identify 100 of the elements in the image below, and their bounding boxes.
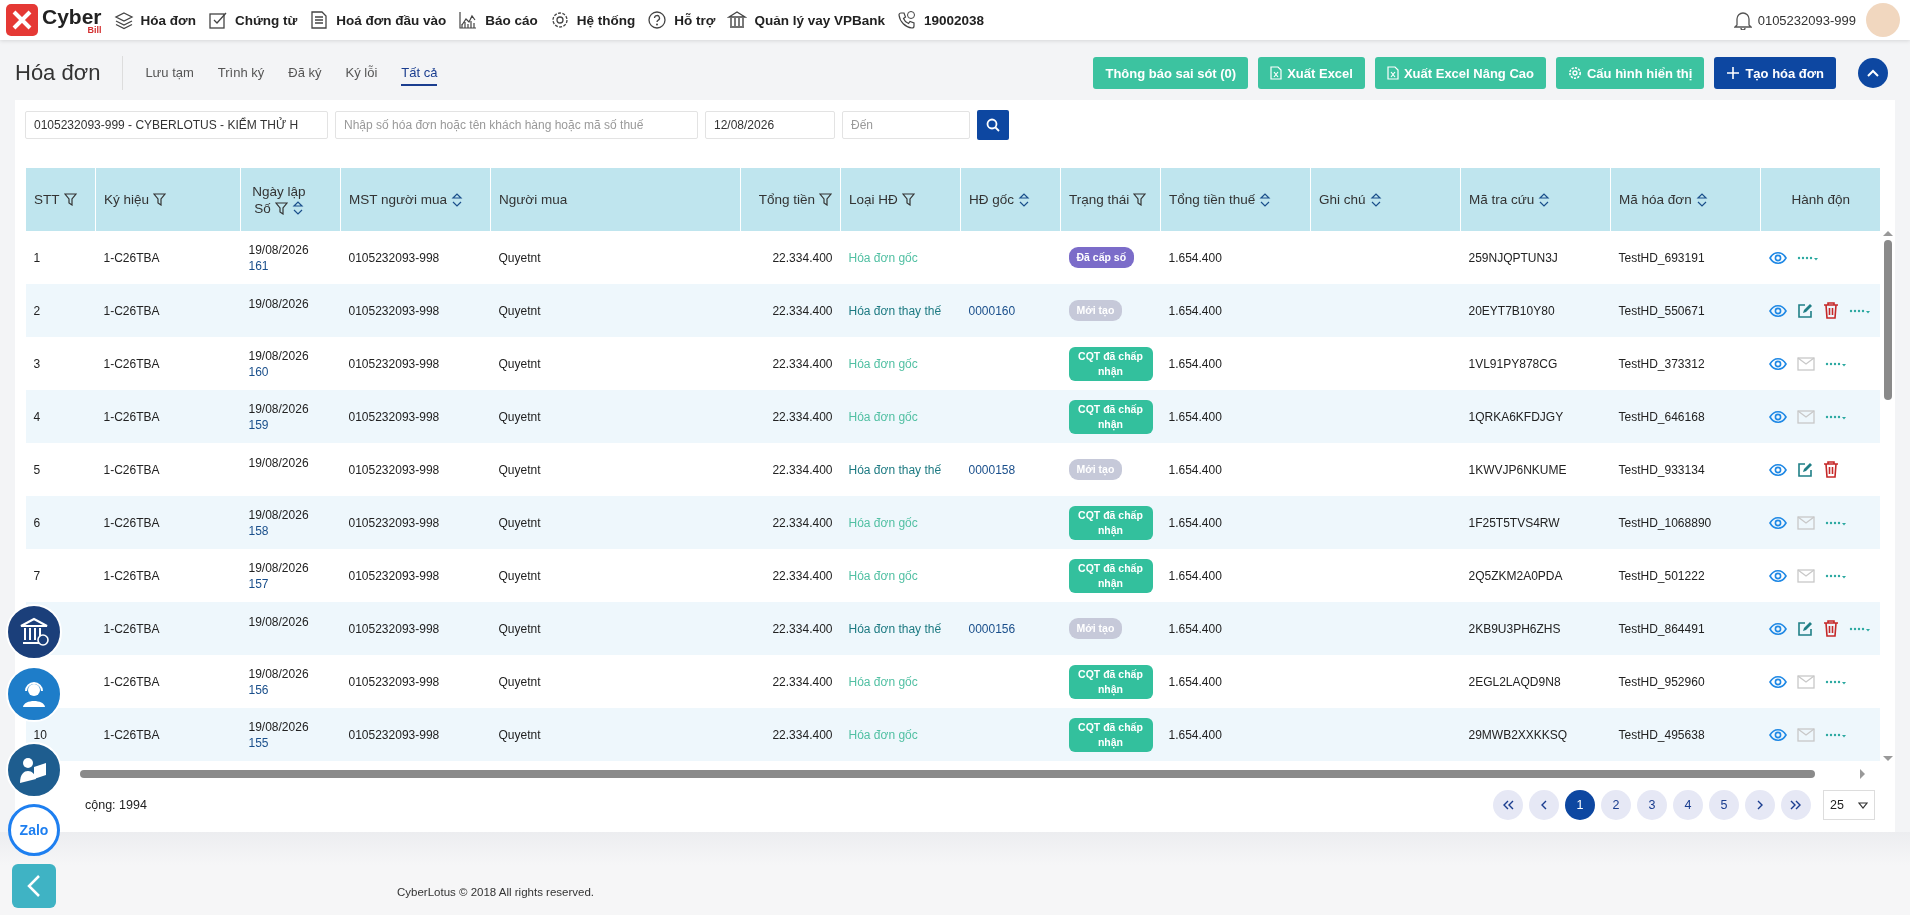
table-cell: Quyetnt	[498, 674, 541, 689]
nav-item[interactable]: Quản lý vay VPBank	[754, 12, 885, 28]
chart-icon[interactable]	[458, 10, 479, 30]
table-cell: 1-C26TBA	[103, 250, 160, 265]
document-icon[interactable]	[309, 10, 330, 30]
edit-icon[interactable]	[1796, 302, 1813, 319]
logo-icon	[6, 4, 38, 36]
sort-icon[interactable]	[1695, 192, 1708, 207]
table-cell: 22.334.400	[772, 356, 833, 371]
nav-item[interactable]: Hoá đơn đầu vào	[336, 12, 447, 28]
eye-icon[interactable]	[1768, 303, 1787, 318]
nav-item[interactable]: Chứng từ	[234, 12, 298, 28]
trash-icon[interactable]	[1822, 302, 1839, 319]
table-cell: Quyetnt	[498, 568, 541, 583]
page-button[interactable]: 5	[1709, 790, 1739, 820]
page-size-select[interactable]: 25	[1823, 790, 1875, 820]
bank-icon[interactable]	[727, 10, 748, 30]
eye-icon[interactable]	[1768, 409, 1787, 424]
nav-item[interactable]: 19002038	[924, 12, 985, 28]
bell-icon[interactable]	[1733, 10, 1752, 30]
next-page-button[interactable]	[1745, 790, 1775, 820]
tab[interactable]: Ký lỗi	[345, 60, 378, 86]
filter-icon[interactable]	[63, 193, 77, 206]
invoice-number[interactable]: 157	[248, 576, 333, 591]
page-button[interactable]: 1	[1565, 790, 1595, 820]
phone-icon[interactable]	[897, 10, 917, 30]
tab[interactable]: Lưu tạm	[145, 60, 194, 86]
original-invoice-link[interactable]: 0000158	[968, 462, 1016, 477]
page-button[interactable]: 4	[1673, 790, 1703, 820]
chevron-left-icon	[27, 874, 41, 898]
tab[interactable]: Trình ký	[217, 60, 265, 86]
help-icon[interactable]	[647, 10, 668, 30]
eye-icon[interactable]	[1768, 462, 1787, 477]
first-page-button[interactable]	[1493, 790, 1523, 820]
sort-icon[interactable]	[1018, 192, 1030, 207]
filter-icon[interactable]	[274, 201, 288, 215]
edit-icon[interactable]	[1796, 620, 1813, 637]
account-id: 0105232093-999	[1757, 12, 1856, 28]
collapse-button[interactable]	[1858, 58, 1888, 88]
search-button[interactable]	[977, 110, 1009, 140]
column-header: STT	[34, 192, 60, 207]
sort-icon[interactable]	[1538, 192, 1551, 207]
layers-icon[interactable]	[113, 10, 134, 30]
eye-icon[interactable]	[1768, 250, 1787, 265]
last-page-button[interactable]	[1781, 790, 1811, 820]
nav-item[interactable]: Hỗ trợ	[674, 12, 716, 28]
date-from-field[interactable]: 12/08/2026	[705, 111, 835, 139]
status-badge: Đã cấp số	[1068, 247, 1135, 268]
filter-icon[interactable]	[153, 193, 167, 206]
column-header: MST người mua	[349, 192, 447, 207]
original-invoice-link[interactable]: 0000160	[968, 303, 1016, 318]
settings-icon[interactable]	[549, 10, 570, 30]
trash-icon[interactable]	[1822, 620, 1839, 637]
eye-icon[interactable]	[1768, 568, 1787, 583]
create-button[interactable]: Tạo hóa đơn	[1714, 57, 1836, 89]
eye-icon[interactable]	[1768, 727, 1787, 742]
edit-icon[interactable]	[1796, 461, 1813, 478]
eye-icon[interactable]	[1768, 674, 1787, 689]
page-button[interactable]: 3	[1637, 790, 1667, 820]
eye-icon[interactable]	[1768, 356, 1787, 371]
column-header: HĐ gốc	[969, 192, 1014, 207]
page-button[interactable]: 2	[1601, 790, 1631, 820]
invoice-type: Hóa đơn gốc	[848, 515, 918, 530]
filter-icon[interactable]	[819, 193, 832, 206]
invoice-number[interactable]: 156	[248, 682, 333, 697]
nav-item[interactable]: Hóa đơn	[140, 12, 196, 28]
plus-icon	[1726, 66, 1741, 80]
invoice-number[interactable]: 155	[248, 735, 333, 750]
table-cell: 0105232093-998	[348, 515, 440, 530]
table-cell: 0105232093-998	[348, 250, 440, 265]
sort-icon[interactable]	[1259, 192, 1272, 207]
company-select[interactable]: 0105232093-999 - CYBERLOTUS - KIỂM THỬ H	[25, 111, 328, 139]
filter-icon[interactable]	[901, 193, 915, 206]
invoice-number[interactable]: 160	[248, 364, 333, 379]
invoice-number[interactable]: 161	[248, 258, 333, 273]
original-invoice-link[interactable]: 0000156	[968, 621, 1016, 636]
tab[interactable]: Đã ký	[288, 60, 322, 86]
date-cell-text: 19/08/2026	[248, 666, 310, 681]
previous-page-button[interactable]	[1529, 790, 1559, 820]
nav-item[interactable]: Hệ thống	[576, 12, 636, 28]
filter-icon[interactable]	[1133, 193, 1147, 206]
column-header: Mã hóa đơn	[1619, 192, 1692, 207]
trash-icon[interactable]	[1822, 461, 1839, 478]
table-cell: TestHD_501222	[1618, 568, 1705, 583]
tab[interactable]: Tất cả	[401, 60, 438, 86]
checkbox-icon[interactable]	[207, 10, 228, 30]
column-header: Loại HĐ	[849, 192, 898, 207]
eye-icon[interactable]	[1768, 515, 1787, 530]
row-number: 3	[33, 356, 41, 371]
table-cell: 1-C26TBA	[103, 409, 160, 424]
invoice-number[interactable]: 159	[248, 417, 333, 432]
row-number: 1	[33, 250, 41, 265]
vertical-scrollbar[interactable]	[1882, 231, 1893, 761]
eye-icon[interactable]	[1768, 621, 1787, 636]
collapse-sidebar-button[interactable]	[12, 864, 56, 908]
sort-icon[interactable]	[1369, 192, 1382, 207]
nav-item[interactable]: Báo cáo	[485, 12, 538, 28]
sort-icon[interactable]	[291, 201, 304, 215]
invoice-number[interactable]: 158	[248, 523, 333, 538]
sort-icon[interactable]	[450, 192, 463, 207]
